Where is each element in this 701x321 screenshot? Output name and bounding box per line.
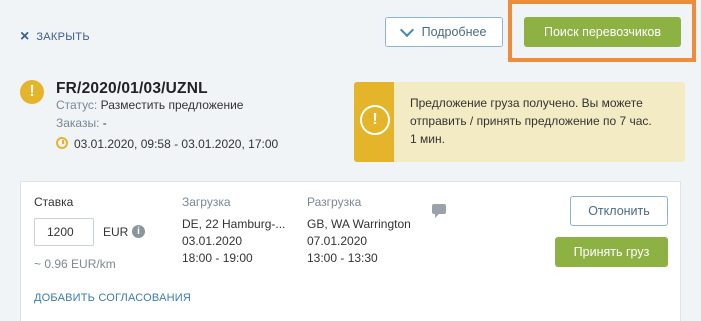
- order-id: FR/2020/01/03/UZNL: [56, 80, 208, 97]
- timer-icon: [56, 137, 68, 149]
- rate-per-km: ~ 0.96 EUR/km: [34, 257, 116, 271]
- warning-icon: !: [20, 80, 44, 104]
- unloading-time: 13:00 - 13:30: [307, 251, 378, 265]
- status-key: Статус:: [56, 98, 98, 112]
- close-icon: ×: [20, 28, 30, 45]
- loading-time: 18:00 - 19:00: [182, 251, 253, 265]
- orders-line: Заказы: -: [56, 116, 107, 130]
- loading-label: Загрузка: [182, 195, 231, 209]
- more-details-button[interactable]: Подробнее: [385, 17, 503, 47]
- offer-notice: ! Предложение груза получено. Вы можете …: [354, 82, 685, 162]
- notice-bar: !: [354, 82, 394, 162]
- unloading-date: 07.01.2020: [307, 234, 368, 248]
- chevron-down-icon: [399, 22, 414, 38]
- reject-button[interactable]: Отклонить: [570, 196, 668, 226]
- loading-date: 03.01.2020: [182, 234, 243, 248]
- status-line: Статус: Разместить предложение: [56, 98, 243, 112]
- unloading-place: GB, WA Warrington: [307, 217, 411, 231]
- alert-icon: !: [360, 105, 390, 135]
- order-period: 03.01.2020, 09:58 - 03.01.2020, 17:00: [74, 137, 279, 151]
- rate-label: Ставка: [34, 195, 74, 209]
- info-icon[interactable]: i: [132, 225, 145, 238]
- loading-place: DE, 22 Hamburg-...: [182, 217, 286, 231]
- close-label: ЗАКРЫТЬ: [36, 31, 90, 43]
- accept-cargo-button[interactable]: Принять груз: [555, 237, 668, 267]
- rate-input[interactable]: 1200: [34, 218, 94, 246]
- orders-key: Заказы:: [56, 116, 100, 130]
- notice-text: Предложение груза получено. Вы можете от…: [410, 96, 652, 146]
- loading-details: DE, 22 Hamburg-... 03.01.2020 18:00 - 19…: [182, 216, 285, 267]
- search-carriers-button[interactable]: Поиск перевозчиков: [524, 17, 681, 47]
- close-link[interactable]: × ЗАКРЫТЬ: [20, 29, 90, 45]
- currency-label: EUR: [103, 225, 129, 239]
- more-details-label: Подробнее: [421, 25, 487, 39]
- unloading-details: GB, WA Warrington 07.01.2020 13:00 - 13:…: [307, 216, 411, 267]
- status-value: Разместить предложение: [100, 98, 244, 112]
- chat-icon[interactable]: [432, 204, 446, 218]
- unloading-label: Разгрузка: [307, 195, 362, 209]
- add-agreements-link[interactable]: ДОБАВИТЬ СОГЛАСОВАНИЯ: [34, 292, 191, 304]
- orders-value: -: [102, 116, 107, 130]
